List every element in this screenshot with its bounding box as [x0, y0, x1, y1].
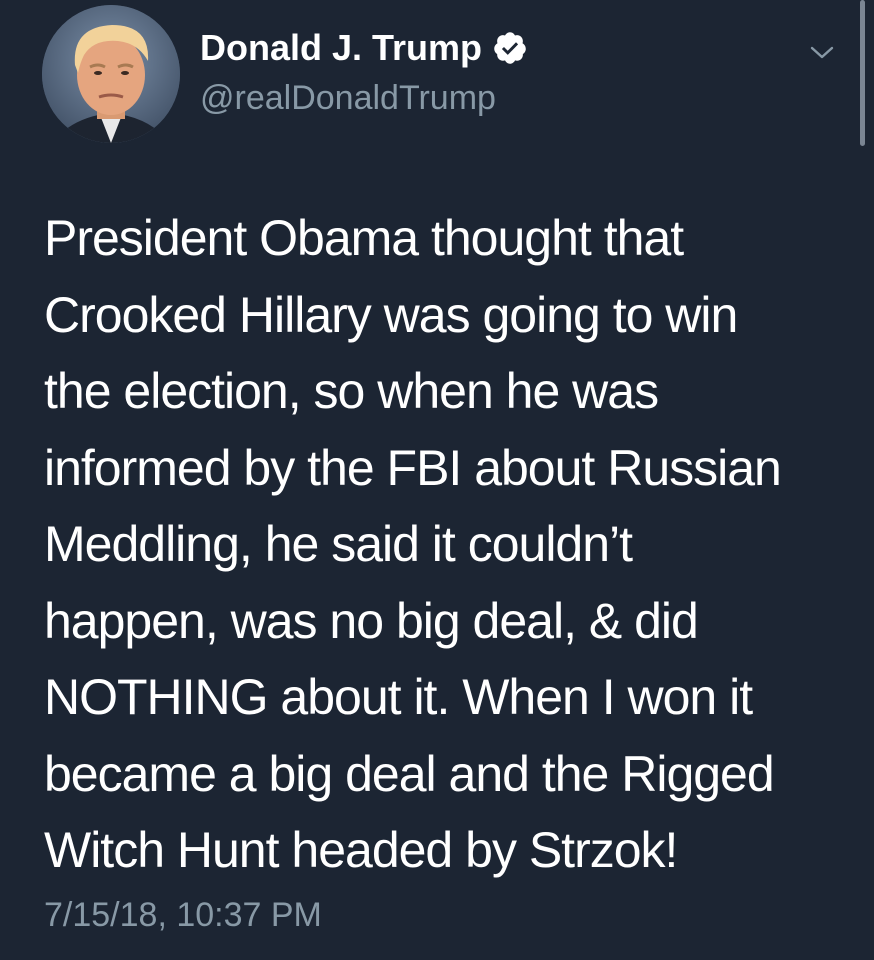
- author-avatar[interactable]: [42, 5, 180, 143]
- tweet-text-line: NOTHING about it. When I won it: [44, 669, 753, 725]
- avatar-photo-icon: [42, 5, 180, 143]
- verified-badge-icon: [494, 32, 526, 64]
- tweet-text-line: Meddling, he said it couldn’t: [44, 516, 633, 572]
- tweet-text: President Obama thought that Crooked Hil…: [44, 200, 844, 889]
- tweet-text-line: happen, was no big deal, & did: [44, 592, 699, 649]
- scrollbar-thumb[interactable]: [860, 0, 865, 146]
- author-handle[interactable]: @realDonaldTrump: [200, 76, 496, 120]
- chevron-down-icon: [810, 46, 834, 59]
- tweet-text-line: became a big deal and the Rigged: [44, 745, 775, 802]
- tweet-text-line: informed by the FBI about Russian: [44, 439, 782, 496]
- author-display-name[interactable]: Donald J. Trump: [200, 26, 482, 70]
- tweet-text-line: President Obama thought that: [44, 210, 684, 266]
- tweet-text-line: Witch Hunt headed by Strzok!: [44, 822, 678, 878]
- tweet-timestamp[interactable]: 7/15/18, 10:37 PM: [44, 893, 322, 937]
- author-name-row: Donald J. Trump: [200, 24, 528, 72]
- tweet-menu-button[interactable]: [808, 40, 836, 64]
- tweet-text-line: Crooked Hillary was going to win: [44, 286, 738, 343]
- tweet-card: Donald J. Trump @realDonaldTrump Preside…: [0, 0, 874, 960]
- tweet-text-line: the election, so when he was: [44, 363, 659, 419]
